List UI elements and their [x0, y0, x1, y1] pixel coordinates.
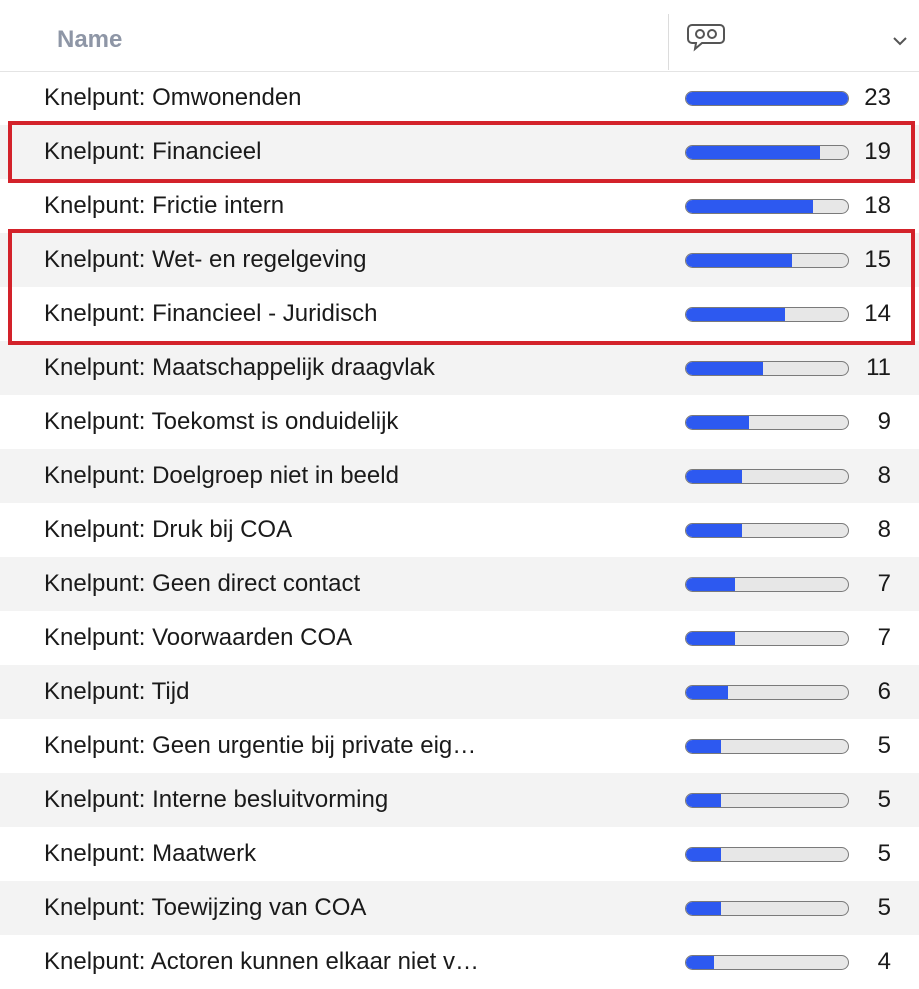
count-bar [685, 685, 849, 700]
list-item-label: Knelpunt: Frictie intern [44, 192, 285, 219]
list-item-label: Knelpunt: Druk bij COA [44, 516, 293, 543]
count-bar [685, 91, 849, 106]
count-bar [685, 955, 849, 970]
list-item-label: Knelpunt: Doelgroep niet in beeld [44, 462, 399, 489]
count-bar-fill [686, 848, 722, 861]
count-value: 6 [877, 678, 891, 705]
count-value: 5 [877, 732, 891, 759]
count-bar-fill [686, 524, 743, 537]
count-bar-fill [686, 308, 785, 321]
count-bar-fill [686, 416, 750, 429]
count-value: 11 [866, 354, 891, 381]
count-value: 18 [864, 192, 891, 219]
count-bar-fill [686, 200, 813, 213]
list-item-label: Knelpunt: Omwonenden [44, 84, 302, 111]
count-bar-fill [686, 146, 820, 159]
list-item[interactable]: Knelpunt: Frictie intern 18 [0, 179, 919, 233]
list-item[interactable]: Knelpunt: Maatschappelijk draagvlak 11 [0, 341, 919, 395]
count-bar-fill [686, 578, 736, 591]
column-header-name[interactable]: Name [57, 26, 122, 54]
count-bar [685, 523, 849, 538]
count-bar-fill [686, 794, 722, 807]
count-bar [685, 901, 849, 916]
list-item[interactable]: Knelpunt: Wet- en regelgeving 15 [0, 233, 919, 287]
count-bar [685, 469, 849, 484]
count-value: 7 [877, 624, 891, 651]
list-item-label: Knelpunt: Interne besluitvorming [44, 786, 389, 813]
list-item-label: Knelpunt: Voorwaarden COA [44, 624, 353, 651]
count-value: 7 [877, 570, 891, 597]
column-divider[interactable] [668, 14, 669, 70]
knelpunt-list: Knelpunt: Omwonenden 23 Knelpunt: Financie… [0, 71, 919, 989]
count-value: 5 [877, 786, 891, 813]
list-item-label: Knelpunt: Geen urgentie bij private eig… [44, 732, 477, 759]
count-value: 5 [877, 894, 891, 921]
table-header: Name [0, 0, 919, 72]
count-bar [685, 145, 849, 160]
list-item[interactable]: Knelpunt: Toewijzing van COA 5 [0, 881, 919, 935]
speech-bubble-icon[interactable] [686, 22, 726, 57]
list-item-label: Knelpunt: Toekomst is onduidelijk [44, 408, 399, 435]
count-value: 23 [864, 84, 891, 111]
count-bar-fill [686, 254, 792, 267]
list-item[interactable]: Knelpunt: Financieel 19 [0, 125, 919, 179]
list-item[interactable]: Knelpunt: Omwonenden 23 [0, 71, 919, 125]
list-item-label: Knelpunt: Tijd [44, 678, 190, 705]
count-value: 8 [877, 462, 891, 489]
count-bar-fill [686, 632, 736, 645]
list-item[interactable]: Knelpunt: Druk bij COA 8 [0, 503, 919, 557]
count-value: 15 [864, 246, 891, 273]
list-item[interactable]: Knelpunt: Voorwaarden COA 7 [0, 611, 919, 665]
list-item[interactable]: Knelpunt: Maatwerk 5 [0, 827, 919, 881]
count-bar-fill [686, 92, 848, 105]
count-bar [685, 253, 849, 268]
list-item-label: Knelpunt: Geen direct contact [44, 570, 361, 597]
count-bar-fill [686, 902, 722, 915]
count-bar [685, 361, 849, 376]
list-item[interactable]: Knelpunt: Financieel - Juridisch 14 [0, 287, 919, 341]
count-bar [685, 847, 849, 862]
count-bar [685, 739, 849, 754]
count-bar-fill [686, 470, 743, 483]
count-bar [685, 415, 849, 430]
list-item-label: Knelpunt: Financieel - Juridisch [44, 300, 378, 327]
count-value: 14 [864, 300, 891, 327]
count-bar [685, 199, 849, 214]
list-item-label: Knelpunt: Financieel [44, 138, 262, 165]
list-item-label: Knelpunt: Toewijzing van COA [44, 894, 367, 921]
list-item-label: Knelpunt: Actoren kunnen elkaar niet v… [44, 948, 479, 975]
count-bar [685, 577, 849, 592]
list-item[interactable]: Knelpunt: Tijd 6 [0, 665, 919, 719]
chevron-down-icon[interactable] [892, 34, 908, 52]
list-item[interactable]: Knelpunt: Geen direct contact 7 [0, 557, 919, 611]
count-value: 4 [877, 948, 891, 975]
count-value: 9 [877, 408, 891, 435]
list-item[interactable]: Knelpunt: Doelgroep niet in beeld 8 [0, 449, 919, 503]
count-bar-fill [686, 740, 722, 753]
count-bar-fill [686, 686, 729, 699]
list-item-label: Knelpunt: Maatwerk [44, 840, 257, 867]
list-item[interactable]: Knelpunt: Toekomst is onduidelijk 9 [0, 395, 919, 449]
count-value: 19 [864, 138, 891, 165]
list-item[interactable]: Knelpunt: Actoren kunnen elkaar niet v… 4 [0, 935, 919, 989]
count-value: 8 [877, 516, 891, 543]
list-item[interactable]: Knelpunt: Geen urgentie bij private eig…… [0, 719, 919, 773]
list-item[interactable]: Knelpunt: Interne besluitvorming 5 [0, 773, 919, 827]
count-bar-fill [686, 362, 764, 375]
list-item-label: Knelpunt: Maatschappelijk draagvlak [44, 354, 435, 381]
count-value: 5 [877, 840, 891, 867]
count-bar [685, 793, 849, 808]
count-bar-fill [686, 956, 715, 969]
count-bar [685, 307, 849, 322]
list-item-label: Knelpunt: Wet- en regelgeving [44, 246, 367, 273]
count-bar [685, 631, 849, 646]
